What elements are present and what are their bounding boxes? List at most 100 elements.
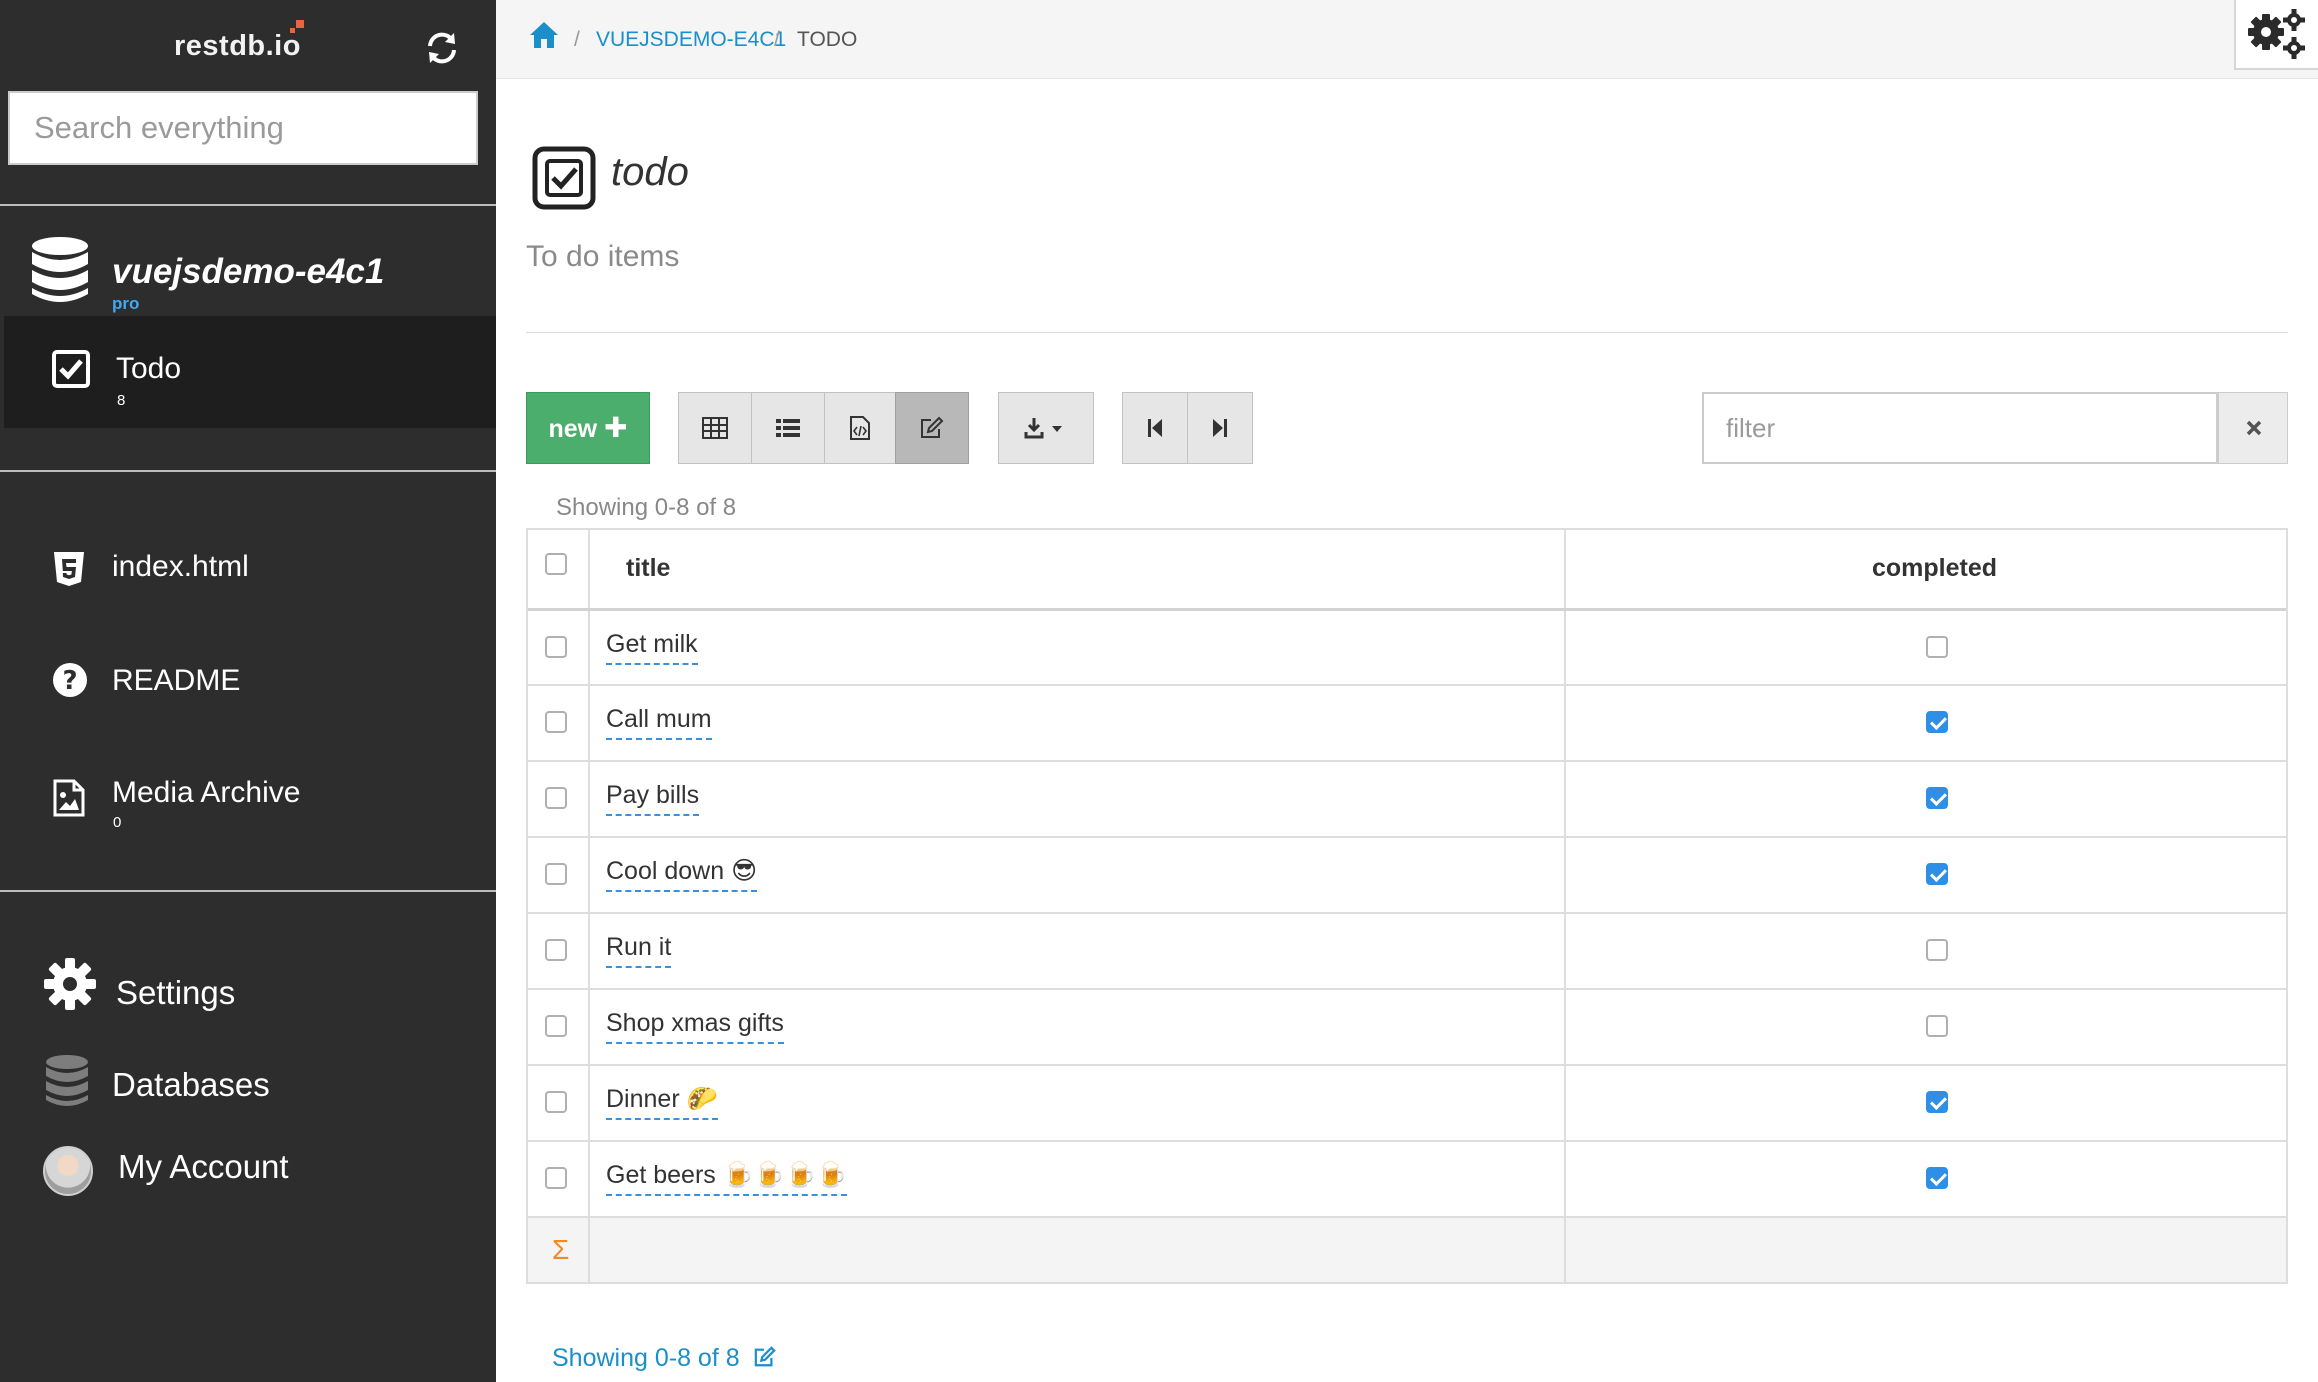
sidebar-item-readme[interactable]: ? README (0, 644, 496, 720)
title-cell[interactable]: Call mum (606, 704, 712, 740)
divider (0, 890, 496, 892)
first-page-button[interactable] (1122, 392, 1188, 464)
row-select-checkbox[interactable] (545, 636, 567, 658)
breadcrumb-separator: / (574, 28, 580, 51)
avatar[interactable] (43, 1146, 93, 1196)
step-forward-icon (1213, 419, 1227, 437)
row-select-checkbox[interactable] (545, 711, 567, 733)
code-file-icon (850, 416, 870, 440)
row-select-checkbox[interactable] (545, 787, 567, 809)
row-select-checkbox[interactable] (545, 939, 567, 961)
row-select-checkbox[interactable] (545, 1091, 567, 1113)
filter-input[interactable] (1702, 392, 2218, 464)
table-row[interactable]: Cool down 😎 (528, 836, 2286, 912)
sidebar-item-media-archive[interactable]: Media Archive 0 (0, 756, 496, 846)
table-view-button[interactable] (678, 392, 752, 464)
home-icon[interactable] (528, 20, 560, 55)
title-cell[interactable]: Get milk (606, 629, 698, 665)
completed-checkbox[interactable] (1926, 863, 1948, 885)
table-row[interactable]: Get beers 🍺🍺🍺🍺 (528, 1140, 2286, 1216)
completed-checkbox[interactable] (1926, 1015, 1948, 1037)
select-all-checkbox[interactable] (545, 553, 567, 575)
divider (0, 470, 496, 472)
new-record-button[interactable]: new ✚ (526, 392, 650, 464)
question-circle-icon: ? (52, 662, 88, 703)
last-page-button[interactable] (1187, 392, 1253, 464)
title-cell[interactable]: Get beers 🍺🍺🍺🍺 (606, 1160, 848, 1196)
record-range-edit-link[interactable]: Showing 0-8 of 8 (552, 1344, 777, 1373)
list-view-button[interactable] (751, 392, 825, 464)
close-icon (2246, 420, 2262, 436)
table-row[interactable]: Dinner 🌮 (528, 1064, 2286, 1140)
sidebar-item-index-html[interactable]: index.html (0, 530, 496, 606)
list-icon (776, 419, 800, 437)
table-grid-icon (702, 417, 728, 439)
database-icon (30, 236, 90, 311)
sigma-icon[interactable]: Σ (552, 1234, 569, 1266)
record-count: 0 (113, 814, 122, 831)
record-range-text: Showing 0-8 of 8 (556, 494, 737, 521)
image-file-icon (52, 778, 86, 823)
svg-text:?: ? (62, 666, 77, 696)
title-cell[interactable]: Run it (606, 932, 672, 968)
edit-icon (921, 416, 944, 438)
title-cell[interactable]: Shop xmas gifts (606, 1008, 784, 1044)
completed-checkbox[interactable] (1926, 1091, 1948, 1113)
edit-icon (754, 1346, 776, 1367)
sidebar-item-todo[interactable]: Todo 8 (4, 316, 496, 428)
databases-link[interactable]: Databases (0, 1050, 496, 1120)
form-edit-view-button[interactable] (895, 392, 969, 464)
new-button-label: new (548, 415, 598, 443)
table-row[interactable]: Pay bills (528, 760, 2286, 836)
column-header-completed[interactable]: completed (1872, 554, 1997, 583)
step-backward-icon (1148, 419, 1162, 437)
clear-filter-button[interactable] (2218, 392, 2288, 464)
html5-icon (52, 550, 86, 593)
table-row[interactable]: Run it (528, 912, 2286, 988)
column-header-title[interactable]: title (626, 554, 670, 583)
breadcrumb-separator: / (774, 28, 780, 51)
page-description: To do items (526, 240, 680, 273)
settings-label: Settings (116, 974, 236, 1011)
settings-link[interactable]: Settings (0, 950, 496, 1030)
title-cell[interactable]: Cool down 😎 (606, 856, 758, 892)
table-row[interactable]: Call mum (528, 684, 2286, 760)
export-dropdown-button[interactable] (998, 392, 1094, 464)
plan-badge: pro (112, 294, 140, 313)
sidebar: restdb.io vuejsdemo-e4c1 pro (0, 0, 496, 1382)
completed-checkbox[interactable] (1926, 711, 1948, 733)
my-account-link[interactable]: My Account (118, 1148, 289, 1186)
title-cell[interactable]: Dinner 🌮 (606, 1084, 718, 1120)
databases-label: Databases (112, 1066, 270, 1103)
table-row[interactable]: Get milk (528, 608, 2286, 684)
completed-checkbox[interactable] (1926, 787, 1948, 809)
breadcrumb-database[interactable]: VUEJSDEMO-E4C1 (596, 28, 786, 52)
completed-checkbox[interactable] (1926, 939, 1948, 961)
aggregate-row: Σ (528, 1216, 2286, 1282)
completed-checkbox[interactable] (1926, 1167, 1948, 1189)
sidebar-item-label: Todo (116, 352, 182, 385)
brand-row: restdb.io (0, 0, 496, 90)
settings-cogs-button[interactable] (2234, 0, 2318, 70)
page-title: todo (611, 150, 689, 194)
refresh-icon[interactable] (424, 30, 460, 66)
database-name[interactable]: vuejsdemo-e4c1 (112, 252, 384, 292)
row-select-checkbox[interactable] (545, 1167, 567, 1189)
record-count: 8 (117, 392, 126, 409)
table-row[interactable]: Shop xmas gifts (528, 988, 2286, 1064)
search-input[interactable] (8, 91, 478, 165)
divider (0, 204, 496, 206)
brand-logo-text: restdb.io (174, 30, 301, 62)
completed-checkbox[interactable] (1926, 636, 1948, 658)
records-table: title completed Get milk Call mum Pay bi… (526, 528, 2288, 1284)
plus-icon: ✚ (604, 412, 628, 443)
sidebar-item-label: README (112, 664, 241, 697)
brand-logo-icon (290, 20, 304, 34)
code-view-button[interactable] (824, 392, 896, 464)
download-icon (1024, 418, 1062, 439)
breadcrumb-current: TODO (797, 28, 858, 51)
title-cell[interactable]: Pay bills (606, 780, 700, 816)
divider (526, 332, 2288, 333)
row-select-checkbox[interactable] (545, 863, 567, 885)
row-select-checkbox[interactable] (545, 1015, 567, 1037)
